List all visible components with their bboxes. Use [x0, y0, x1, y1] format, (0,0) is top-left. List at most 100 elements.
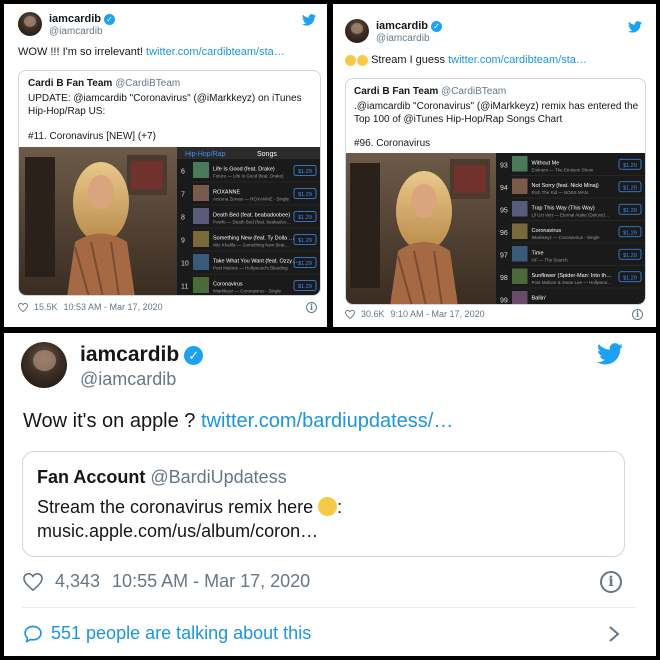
chart-rank: 7 — [181, 192, 185, 199]
display-name[interactable]: iamcardib ✓ — [80, 343, 204, 367]
tweet-panel-2: iamcardib ✓ @iamcardib Stream I guess twi… — [333, 4, 656, 327]
tweet-text-content: Stream I guess — [371, 54, 449, 66]
chart-rank: 10 — [181, 261, 189, 268]
display-name[interactable]: iamcardib ✓ — [49, 13, 115, 25]
price-label: $1.29 — [623, 230, 637, 236]
info-icon[interactable]: i — [600, 571, 622, 593]
profile-avatar[interactable] — [345, 19, 369, 43]
tweet-text-content: WOW !!! I'm so irrelevant! — [18, 46, 147, 58]
display-name[interactable]: iamcardib ✓ — [376, 20, 442, 32]
weary-face-emoji-icon — [345, 54, 356, 66]
song-subtitle: NF — The Search — [532, 257, 569, 262]
chart-rank: 94 — [500, 185, 508, 192]
twitter-bird-icon[interactable] — [628, 21, 642, 33]
info-icon[interactable]: i — [306, 302, 317, 313]
album-art — [193, 208, 209, 224]
user-handle[interactable]: @iamcardib — [49, 26, 103, 37]
quoted-tweet[interactable]: Fan Account @BardiUpdatess Stream the co… — [22, 451, 625, 557]
chart-rank: 11 — [181, 284, 188, 291]
quoted-media-image[interactable]: Hip-Hop/Rap Songs 6 Life Is Good (feat. D… — [19, 147, 321, 296]
song-subtitle: iMarkkeyz — Coronavirus - Single — [532, 235, 601, 240]
song-title: Time — [532, 250, 544, 256]
song-subtitle: Post Malone — Hollywood's Bleeding — [213, 266, 288, 271]
tweet-timestamp[interactable]: 10:55 AM - Mar 17, 2020 — [112, 571, 310, 592]
album-art — [512, 201, 528, 217]
price-label: $1.29 — [298, 215, 312, 221]
tweet-text: Stream I guess twitter.com/cardibteam/st… — [345, 54, 587, 66]
speech-bubble-icon — [24, 625, 42, 643]
quoted-tweet[interactable]: Cardi B Fan Team @CardiBTeam .@iamcardib… — [345, 78, 646, 305]
chart-header: Songs — [257, 151, 277, 158]
song-title: Ballin' — [532, 295, 547, 301]
quoted-tweet[interactable]: Cardi B Fan Team @CardiBTeam UPDATE: @ia… — [18, 70, 321, 296]
profile-avatar[interactable] — [18, 12, 42, 36]
price-label: $1.29 — [623, 163, 637, 169]
song-subtitle: Arizona Zervas — ROXANNE - Single — [213, 197, 290, 202]
quoted-tweet-text: .@iamcardib "Coronavirus" (@iMarkkeyz) r… — [354, 101, 639, 125]
price-label: $1.29 — [623, 253, 637, 259]
song-subtitle: Future — Life Is Good (feat. Drake) — [213, 174, 284, 179]
tweet-text: Wow it's on apple ? twitter.com/bardiupd… — [23, 410, 453, 433]
song-subtitle: Wiz Khalifa — Something New (feat.… — [213, 243, 290, 248]
album-art — [512, 178, 528, 194]
chart-rank: 96 — [500, 230, 508, 237]
quoted-display-name: Cardi B Fan Team — [354, 86, 439, 97]
song-title: Sunflower (Spider-Man: Into th… — [532, 273, 612, 279]
song-title: Take What You Want (feat. Ozzy… — [213, 259, 297, 265]
like-heart-icon[interactable] — [23, 572, 43, 591]
tweet-timestamp[interactable]: 9:10 AM - Mar 17, 2020 — [391, 309, 485, 319]
tweet-text-content: Wow it's on apple ? — [23, 410, 201, 432]
profile-avatar[interactable] — [21, 342, 67, 388]
song-title: Coronavirus — [532, 228, 562, 234]
tweet-footer: 15.5K 10:53 AM - Mar 17, 2020 — [18, 302, 163, 312]
chart-rank: 99 — [500, 297, 508, 304]
twitter-bird-icon[interactable] — [597, 343, 623, 365]
tweet-link[interactable]: twitter.com/cardibteam/sta… — [146, 46, 285, 58]
quoted-handle: @CardiBTeam — [441, 86, 507, 97]
tweet-panel-1: iamcardib ✓ @iamcardib WOW !!! I'm so irr… — [4, 4, 327, 327]
song-title: Life Is Good (feat. Drake) — [213, 167, 275, 173]
talking-about-link[interactable]: 551 people are talking about this — [23, 623, 311, 644]
album-art — [193, 277, 209, 293]
twitter-bird-icon[interactable] — [302, 14, 316, 26]
user-handle[interactable]: @iamcardib — [376, 33, 430, 44]
quoted-link[interactable]: music.apple.com/us/album/coron… — [37, 521, 318, 541]
song-title: ROXANNE — [213, 190, 241, 196]
divider — [22, 607, 636, 608]
quoted-tweet-header: Fan Account @BardiUpdatess — [37, 467, 287, 488]
song-subtitle: iMarkkeyz — Coronavirus - Single — [213, 289, 282, 294]
album-art — [193, 185, 209, 201]
tweet-panel-3: iamcardib ✓ @iamcardib Wow it's on apple … — [4, 333, 656, 656]
verified-badge-icon: ✓ — [430, 20, 442, 32]
like-heart-icon[interactable] — [18, 302, 28, 312]
quoted-tweet-text: UPDATE: @iamcardib "Coronavirus" (@iMark… — [28, 93, 302, 117]
chart-rank: 8 — [181, 215, 185, 222]
song-subtitle: Powfu — Death Bed (feat. beabadoo… — [213, 220, 291, 225]
user-handle[interactable]: @iamcardib — [80, 369, 176, 390]
like-count: 4,343 — [55, 571, 101, 591]
display-name-text: iamcardib — [80, 343, 180, 366]
price-label: $1.29 — [623, 185, 637, 191]
tweet-footer: 30.6K 9:10 AM - Mar 17, 2020 — [345, 309, 485, 319]
song-title: Without Me — [532, 160, 560, 166]
quoted-text-line: Stream the coronavirus remix here — [37, 497, 319, 517]
talking-about-text: 551 people are talking about this — [51, 623, 312, 643]
song-title: Death Bed (feat. beabadoobee) — [213, 213, 290, 219]
grinning-sweat-face-emoji-icon — [357, 54, 368, 66]
chart-rank: 6 — [181, 169, 185, 176]
tweet-timestamp[interactable]: 10:53 AM - Mar 17, 2020 — [64, 302, 163, 312]
price-label: $1.29 — [623, 208, 637, 214]
album-art — [512, 156, 528, 172]
info-icon[interactable]: i — [632, 309, 643, 320]
quoted-tweet-header: Cardi B Fan Team @CardiBTeam — [28, 78, 180, 89]
quoted-tweet-rank: #96. Coronavirus — [354, 138, 431, 149]
price-label: $1.29 — [298, 284, 312, 290]
chart-rank: 9 — [181, 238, 185, 245]
tweet-link[interactable]: twitter.com/bardiupdatess/… — [201, 410, 453, 432]
tweet-link[interactable]: twitter.com/cardibteam/sta… — [448, 54, 587, 66]
like-heart-icon[interactable] — [345, 309, 355, 319]
quoted-media-image[interactable]: 93 Without MeEminem — The Eminem Show $1.2… — [346, 153, 646, 305]
chevron-right-icon[interactable] — [607, 625, 621, 643]
quoted-tweet-text: Stream the coronavirus remix here : musi… — [37, 497, 343, 541]
like-count: 30.6K — [361, 309, 385, 319]
